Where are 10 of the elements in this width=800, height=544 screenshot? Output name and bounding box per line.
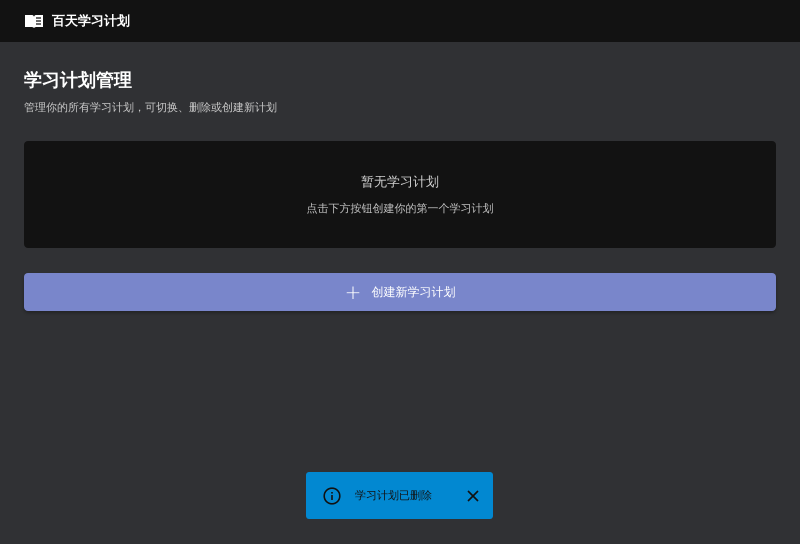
- create-plan-button[interactable]: + 创建新学习计划: [24, 273, 776, 311]
- info-icon: [323, 486, 341, 504]
- app-title: 百天学习计划: [52, 13, 130, 30]
- page-title: 学习计划管理: [24, 69, 133, 92]
- page-subtitle: 管理你的所有学习计划，可切换、删除或创建新计划: [24, 100, 278, 115]
- book-icon: [24, 13, 44, 29]
- empty-state-title: 暂无学习计划: [361, 174, 439, 191]
- toast-message: 学习计划已删除: [355, 488, 433, 503]
- empty-state-hint: 点击下方按钮创建你的第一个学习计划: [306, 201, 494, 216]
- close-button[interactable]: [467, 490, 479, 502]
